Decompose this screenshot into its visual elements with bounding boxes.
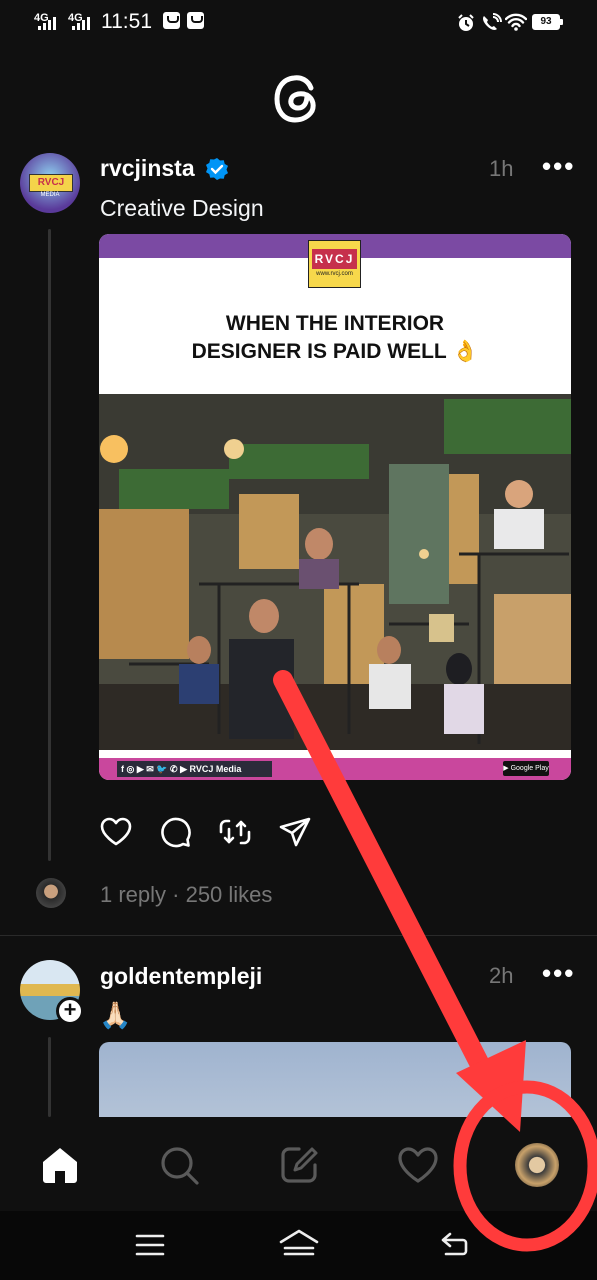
social-handles: f ◎ ▶ ✉ 🐦 ✆ ▶ RVCJ Media xyxy=(117,761,272,777)
wifi-icon xyxy=(505,13,527,31)
follow-plus-button[interactable]: + xyxy=(56,997,84,1025)
share-icon[interactable] xyxy=(278,815,312,849)
post-username-2[interactable]: goldentempleji xyxy=(100,963,262,990)
thread-line-2 xyxy=(48,1037,51,1117)
activity-heart-icon[interactable] xyxy=(396,1143,440,1187)
threads-logo-icon[interactable] xyxy=(271,70,325,126)
post-image[interactable]: RVCJ www.rvcj.com WHEN THE INTERIOR DESI… xyxy=(99,234,571,780)
alarm-icon xyxy=(458,14,474,31)
ok-hand-emoji: 👌 xyxy=(452,340,479,363)
avatar-brand-subtext: MEDIA xyxy=(40,192,60,198)
headline-line-1: WHEN THE INTERIOR xyxy=(225,312,445,335)
battery-indicator: 93 xyxy=(532,14,563,30)
signal-bars-icon xyxy=(72,16,92,30)
rvcj-brand-logo: RVCJ www.rvcj.com xyxy=(308,240,361,288)
signal-bars-icon xyxy=(38,16,58,30)
replier-avatar[interactable] xyxy=(36,878,66,908)
avatar-brand-text: RVCJ xyxy=(29,174,73,192)
post-divider xyxy=(0,935,597,936)
system-home-icon[interactable] xyxy=(278,1228,320,1260)
message-notification-icon xyxy=(187,12,204,29)
profile-avatar-icon[interactable] xyxy=(515,1143,559,1187)
wifi-calling-icon xyxy=(483,13,502,30)
more-options-button-2[interactable]: ••• xyxy=(542,958,575,989)
card-footer-band: f ◎ ▶ ✉ 🐦 ✆ ▶ RVCJ Media ▶ Google Play xyxy=(99,758,571,780)
message-notification-icon xyxy=(163,12,180,29)
reply-likes-summary[interactable]: 1 reply · 250 likes xyxy=(100,882,272,908)
post-timestamp: 1h xyxy=(489,156,514,181)
comment-icon[interactable] xyxy=(159,815,193,849)
clock: 11:51 xyxy=(101,10,152,33)
like-icon[interactable] xyxy=(99,815,133,849)
google-play-badge: ▶ Google Play xyxy=(503,761,549,776)
compose-icon[interactable] xyxy=(277,1143,321,1187)
search-icon[interactable] xyxy=(157,1143,201,1187)
status-bar: 4G 4G 11:51 93 xyxy=(0,0,597,46)
cafe-interior-photo xyxy=(99,394,571,750)
thread-line xyxy=(48,229,51,861)
more-options-button[interactable]: ••• xyxy=(542,151,575,182)
headline-line-2: DESIGNER IS PAID WELL xyxy=(191,340,447,363)
folded-hands-emoji: 🙏🏻 xyxy=(99,1000,132,1030)
post-caption: Creative Design xyxy=(100,195,264,221)
card-headline: WHEN THE INTERIOR DESIGNER IS PAID WELL … xyxy=(99,310,571,366)
back-icon[interactable] xyxy=(438,1230,470,1258)
brand-subtext: www.rvcj.com xyxy=(316,271,353,277)
post-username[interactable]: rvcjinsta xyxy=(100,155,195,182)
home-icon[interactable] xyxy=(38,1143,82,1187)
repost-icon[interactable] xyxy=(218,815,252,849)
brand-text: RVCJ xyxy=(312,249,357,269)
post-author-avatar[interactable]: RVCJ MEDIA xyxy=(20,153,80,213)
verified-badge-icon xyxy=(206,158,228,180)
post-timestamp-2: 2h xyxy=(489,963,514,988)
menu-icon[interactable] xyxy=(134,1232,166,1258)
